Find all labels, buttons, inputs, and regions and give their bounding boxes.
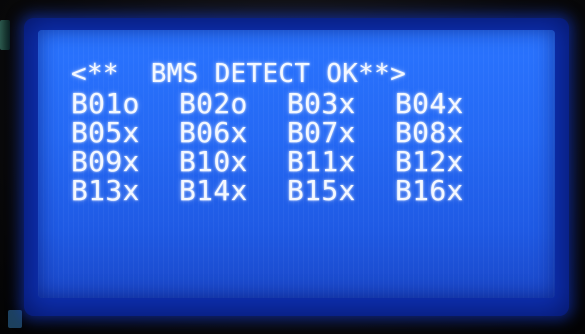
cell-status-b14: B14x [179, 174, 248, 207]
cell-status-b07: B07x [287, 116, 356, 149]
cell-status-b04: B04x [395, 87, 464, 120]
cell-status-b12: B12x [395, 145, 464, 178]
cell-status-b16: B16x [395, 174, 464, 207]
cell-row-4: B13x B14x B15x B16x [71, 176, 541, 205]
cell-row-1: B01o B02o B03x B04x [71, 89, 541, 118]
cell-status-b10: B10x [179, 145, 248, 178]
cell-row-3: B09x B10x B11x B12x [71, 147, 541, 176]
cell-row-2: B05x B06x B07x B08x [71, 118, 541, 147]
side-component-bottom [8, 310, 22, 328]
lcd-text-area: <** BMS DETECT OK**> B01o B02o B03x B04x… [71, 59, 541, 206]
cell-status-b01: B01o [71, 87, 140, 120]
side-component [0, 20, 10, 50]
cell-status-b15: B15x [287, 174, 356, 207]
cell-status-b11: B11x [287, 145, 356, 178]
status-header: <** BMS DETECT OK**> [71, 59, 407, 89]
cell-status-b13: B13x [71, 174, 140, 207]
cell-status-b09: B09x [71, 145, 140, 178]
cell-status-b05: B05x [71, 116, 140, 149]
cell-status-b08: B08x [395, 116, 464, 149]
cell-status-b03: B03x [287, 87, 356, 120]
cell-status-b02: B02o [179, 87, 248, 120]
cell-status-b06: B06x [179, 116, 248, 149]
